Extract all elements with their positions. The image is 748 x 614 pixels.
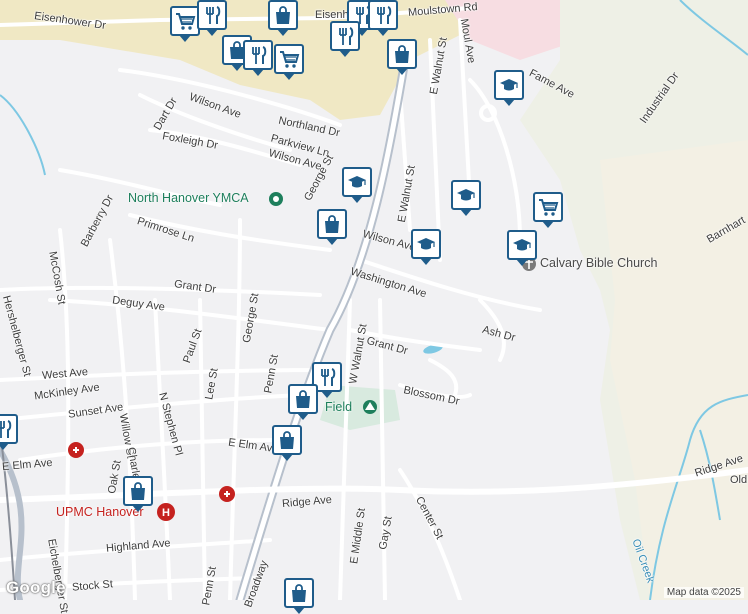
restaurant-icon — [0, 420, 12, 438]
pin-shopping-cart[interactable] — [533, 192, 563, 228]
industrial-area — [600, 140, 748, 600]
hospital-marker-icon — [219, 486, 235, 502]
shopping-cart-icon — [539, 199, 559, 216]
restaurant-icon — [339, 27, 354, 45]
shopping-bag-icon — [395, 45, 409, 63]
hospital-h-icon: H — [157, 503, 175, 521]
pin-shopping-bag[interactable] — [288, 384, 318, 420]
railroad — [0, 429, 16, 600]
pin-shopping-bag[interactable] — [284, 578, 314, 614]
pin-shopping-cart[interactable] — [274, 44, 304, 80]
school-icon — [417, 238, 435, 250]
pin-restaurant[interactable] — [0, 414, 18, 450]
restaurant-icon — [321, 368, 336, 386]
pin-school[interactable] — [507, 230, 537, 266]
google-logo: Google — [6, 578, 66, 597]
ymca-marker-icon — [269, 192, 283, 206]
poi-label-upmc-hanover[interactable]: UPMC Hanover — [56, 505, 144, 519]
pin-school[interactable] — [411, 229, 441, 265]
restaurant-icon — [206, 6, 221, 24]
street-label-old: Old — [730, 474, 748, 486]
school-icon — [513, 239, 531, 251]
pin-shopping-bag[interactable] — [317, 209, 347, 245]
restaurant-icon — [377, 6, 392, 24]
field-marker-icon — [363, 400, 377, 414]
pin-restaurant[interactable] — [330, 21, 360, 57]
map-data-credit[interactable]: Map data ©2025 — [663, 587, 744, 598]
pin-shopping-bag[interactable] — [272, 425, 302, 461]
pin-school[interactable] — [451, 180, 481, 216]
svg-text:H: H — [162, 507, 170, 519]
pin-restaurant[interactable] — [243, 40, 273, 76]
pin-shopping-bag[interactable] — [123, 476, 153, 512]
school-icon — [457, 189, 475, 201]
shopping-bag-icon — [325, 215, 339, 233]
restaurant-icon — [252, 46, 267, 64]
pin-shopping-cart[interactable] — [170, 6, 200, 42]
shopping-bag-icon — [280, 431, 294, 449]
shopping-cart-icon — [176, 13, 196, 30]
shopping-cart-icon — [280, 51, 300, 68]
pin-restaurant[interactable] — [368, 0, 398, 36]
poi-label-north-hanover-ymca[interactable]: North Hanover YMCA — [128, 191, 249, 205]
poi-label-calvary-bible-church[interactable]: Calvary Bible Church — [540, 256, 657, 270]
pin-school[interactable] — [494, 70, 524, 106]
hospital-marker-icon — [68, 442, 84, 458]
poi-label-field[interactable]: Field — [325, 400, 352, 414]
pin-shopping-bag[interactable] — [268, 0, 298, 36]
shopping-bag-icon — [276, 6, 290, 24]
pin-school[interactable] — [342, 167, 372, 203]
school-icon — [348, 176, 366, 188]
pin-shopping-bag[interactable] — [387, 39, 417, 75]
shopping-bag-icon — [292, 584, 306, 602]
shopping-bag-icon — [296, 390, 310, 408]
shopping-bag-icon — [131, 482, 145, 500]
pin-restaurant[interactable] — [197, 0, 227, 36]
school-icon — [500, 79, 518, 91]
